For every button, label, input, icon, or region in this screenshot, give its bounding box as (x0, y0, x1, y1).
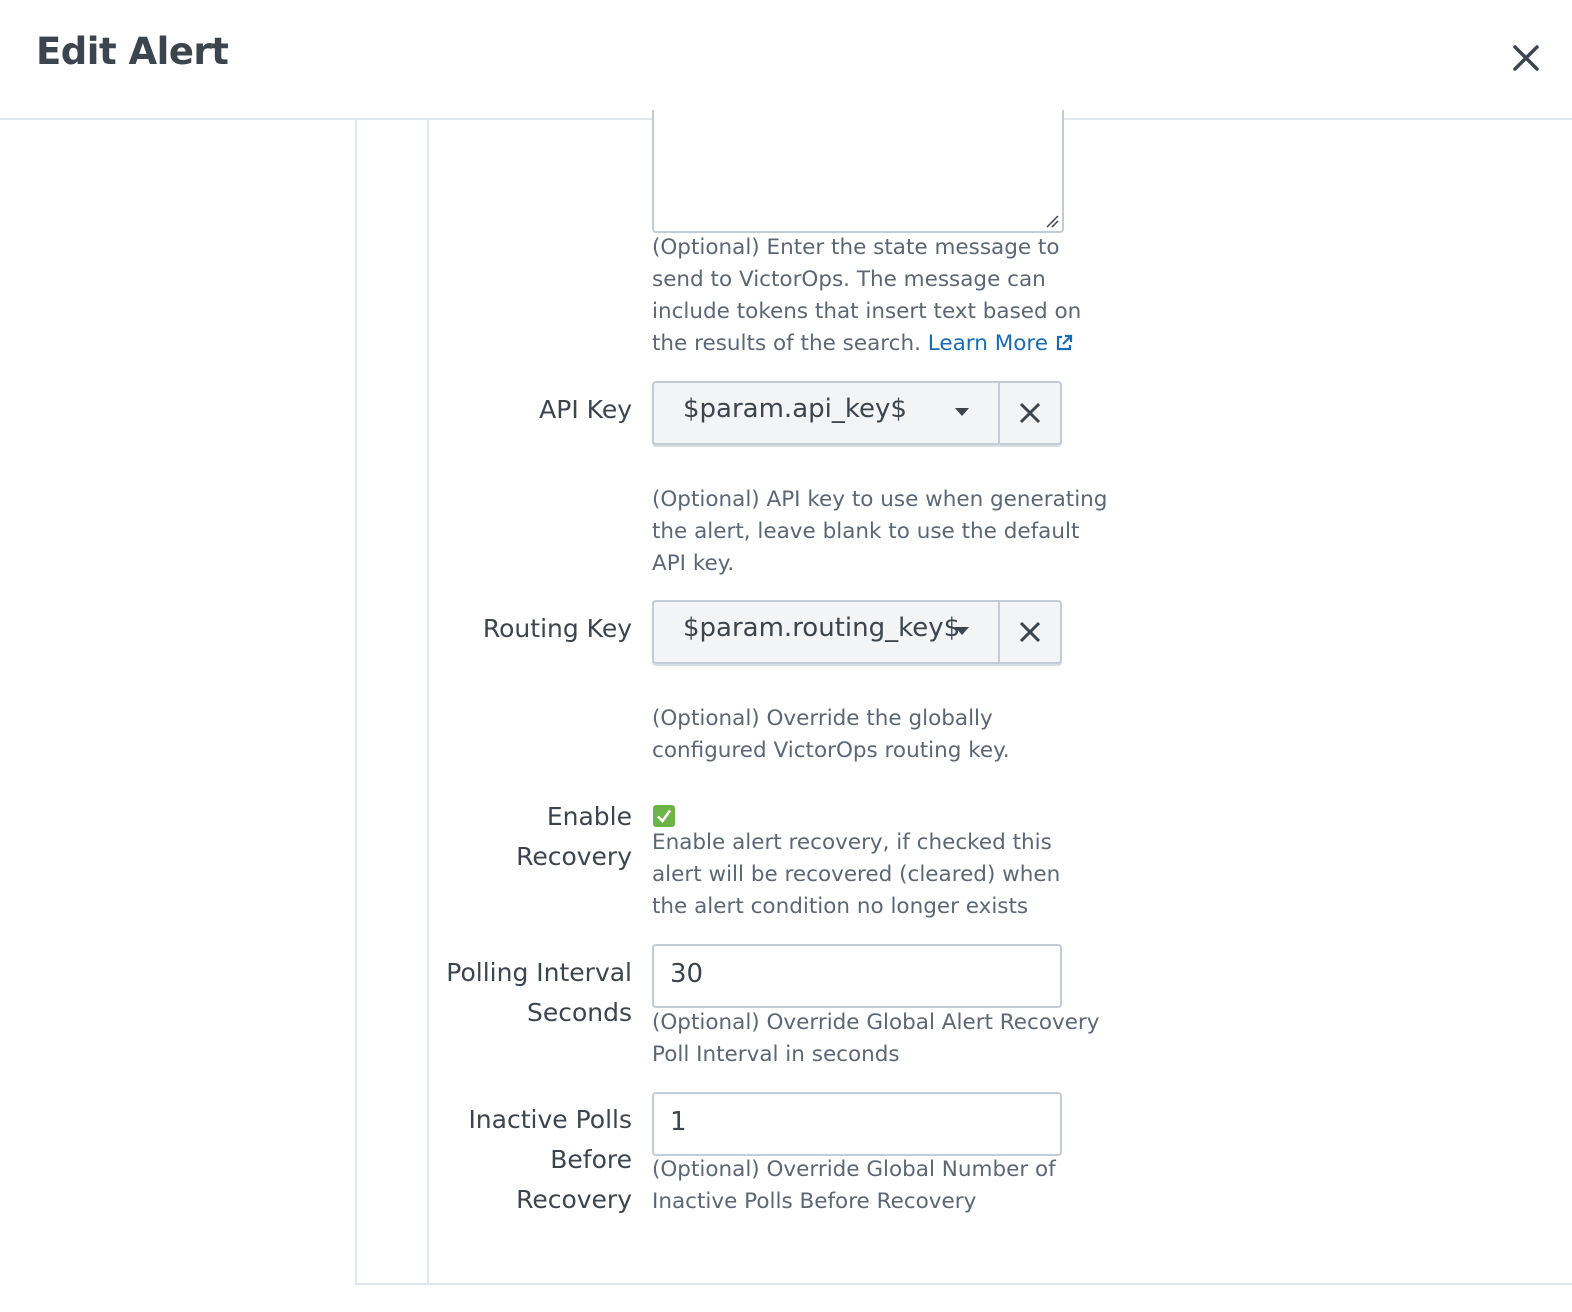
polling-interval-input[interactable]: 30 (652, 944, 1062, 1008)
state-message-textarea[interactable] (652, 110, 1064, 233)
inactive-polls-label: Inactive Polls Before Recovery (468, 1105, 632, 1214)
enable-recovery-label: Enable Recovery (516, 802, 632, 871)
routing-key-label: Routing Key (482, 614, 632, 643)
routing-key-value: $param.routing_key$ (683, 613, 961, 643)
state-message-help: (Optional) Enter the state message to se… (652, 232, 1112, 360)
api-key-label: API Key (539, 395, 632, 424)
inactive-polls-value: 1 (670, 1107, 687, 1137)
external-link-icon (1056, 334, 1072, 351)
polling-interval-label: Polling Interval Seconds (446, 958, 632, 1027)
learn-more-link[interactable]: Learn More (928, 331, 1073, 356)
polling-interval-value: 30 (670, 959, 704, 989)
routing-key-select[interactable]: $param.routing_key$ (652, 600, 1062, 664)
api-key-value: $param.api_key$ (683, 394, 907, 424)
close-icon[interactable] (1508, 40, 1544, 76)
resize-grip-icon[interactable] (1045, 214, 1059, 228)
checkmark-icon (657, 809, 672, 824)
inactive-polls-help: (Optional) Override Global Number of Ina… (652, 1157, 1056, 1214)
panel-border-left (355, 120, 357, 1285)
api-key-select[interactable]: $param.api_key$ (652, 381, 1062, 445)
modal-title: Edit Alert (36, 30, 229, 73)
inactive-polls-input[interactable]: 1 (652, 1092, 1062, 1156)
modal-header: Edit Alert (0, 0, 1572, 120)
panel-border-inner (427, 120, 429, 1285)
api-key-help: (Optional) API key to use when generatin… (652, 487, 1108, 576)
enable-recovery-checkbox[interactable] (653, 805, 675, 827)
clear-icon (1019, 402, 1041, 424)
routing-key-help: (Optional) Override the globally configu… (652, 706, 1010, 763)
enable-recovery-help: Enable alert recovery, if checked this a… (652, 830, 1061, 919)
caret-down-icon (955, 627, 969, 635)
routing-key-clear-button[interactable] (1000, 602, 1060, 662)
polling-interval-help: (Optional) Override Global Alert Recover… (652, 1010, 1100, 1067)
caret-down-icon (955, 408, 969, 416)
panel-border-bottom (355, 1283, 1572, 1285)
clear-icon (1019, 621, 1041, 643)
api-key-clear-button[interactable] (1000, 383, 1060, 443)
